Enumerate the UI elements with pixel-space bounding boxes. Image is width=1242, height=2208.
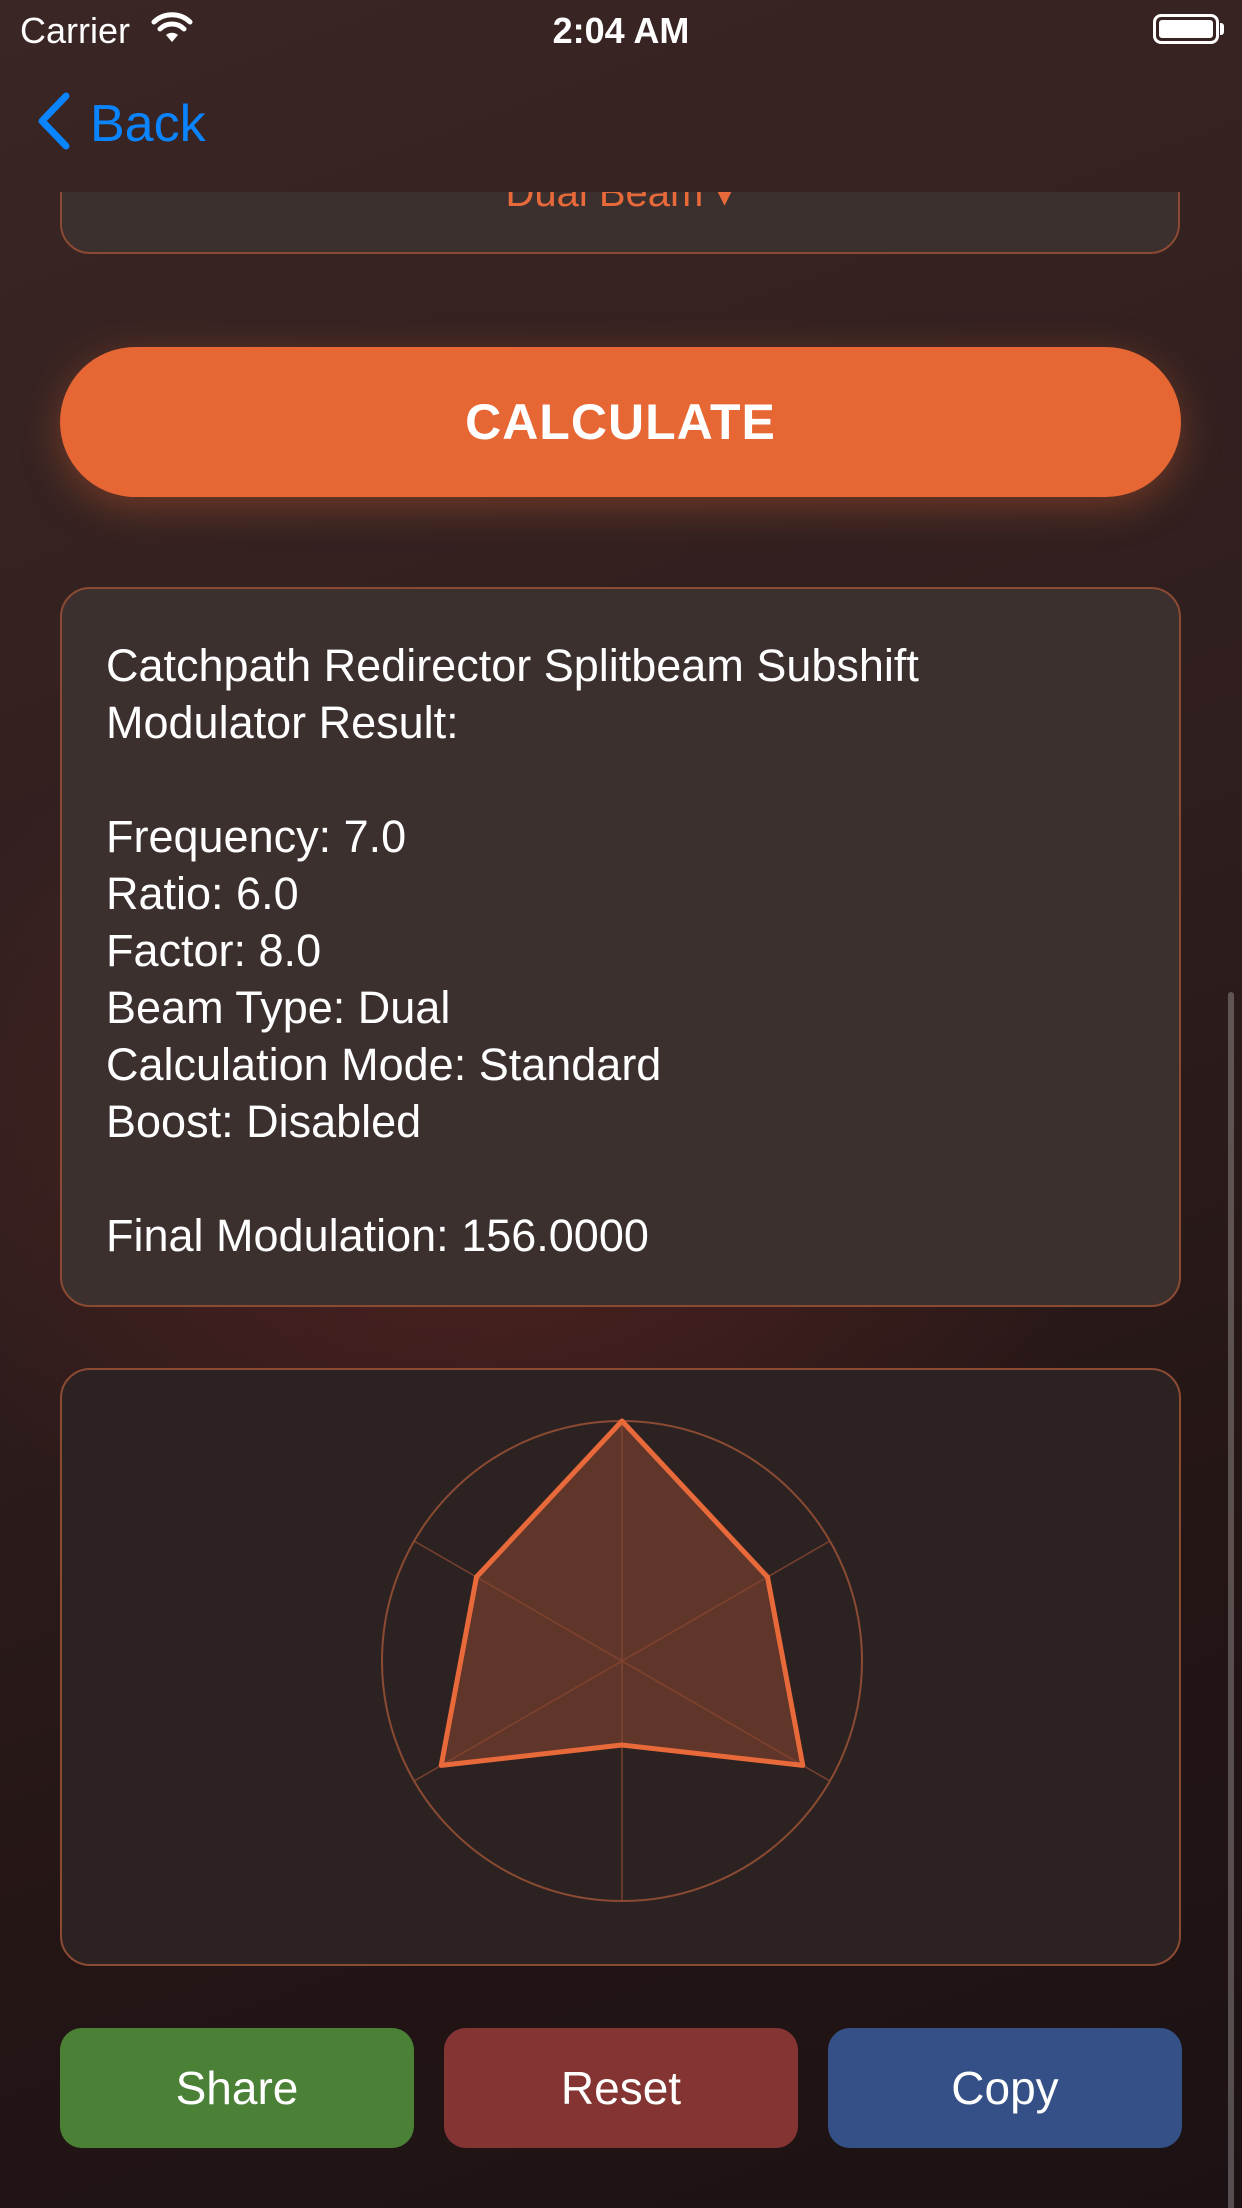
radar-chart-card <box>60 1368 1181 1966</box>
calculate-button[interactable]: CALCULATE <box>60 347 1181 497</box>
beam-type-picker[interactable]: Dual Beam ▾ <box>60 192 1180 254</box>
reset-button[interactable]: Reset <box>444 2028 798 2148</box>
chevron-left-icon <box>36 92 72 155</box>
result-factor: Factor: 8.0 <box>106 925 322 976</box>
back-label: Back <box>90 94 206 153</box>
scroll-indicator[interactable] <box>1228 992 1234 2208</box>
result-final-modulation: Final Modulation: 156.0000 <box>106 1210 649 1261</box>
result-beam-type: Beam Type: Dual <box>106 982 451 1033</box>
result-frequency: Frequency: 7.0 <box>106 811 407 862</box>
result-heading-continued: Modulator Result: <box>106 697 459 748</box>
copy-button[interactable]: Copy <box>828 2028 1182 2148</box>
scroll-content[interactable]: Dual Beam ▾ CALCULATE Catchpath Redirect… <box>0 192 1242 2208</box>
status-bar: Carrier 2:04 AM <box>0 0 1242 62</box>
result-calculation-mode: Calculation Mode: Standard <box>106 1039 662 1090</box>
clock: 2:04 AM <box>552 10 690 51</box>
battery-tip <box>1220 23 1224 35</box>
radar-chart <box>381 1418 863 1902</box>
result-card: Catchpath Redirector Splitbeam Subshift … <box>60 587 1181 1307</box>
share-button[interactable]: Share <box>60 2028 414 2148</box>
navigation-bar: Back <box>0 62 1242 192</box>
back-button[interactable]: Back <box>36 92 206 155</box>
result-boost: Boost: Disabled <box>106 1096 422 1147</box>
battery-icon <box>1153 14 1219 44</box>
picker-selected-value[interactable]: Dual Beam ▾ <box>62 192 1178 216</box>
result-ratio: Ratio: 6.0 <box>106 868 299 919</box>
result-heading: Catchpath Redirector Splitbeam Subshift <box>106 640 919 691</box>
